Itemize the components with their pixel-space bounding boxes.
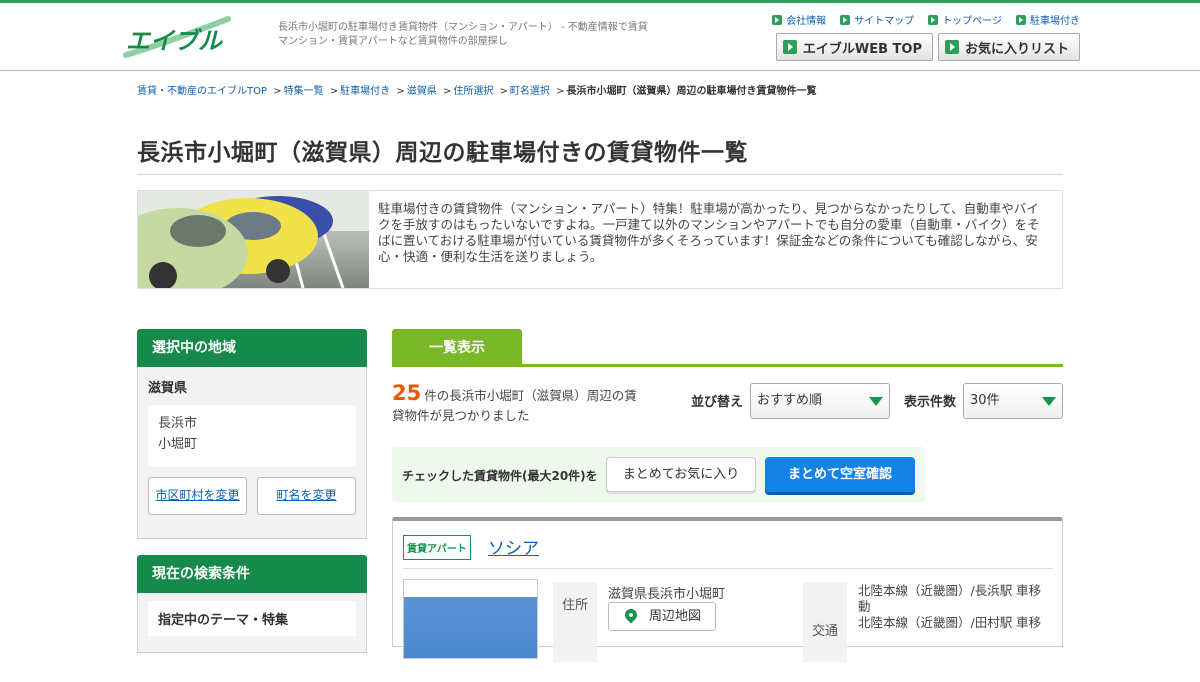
address-label: 住所 (553, 582, 597, 662)
dropdown-arrow-icon (1042, 397, 1056, 406)
dropdown-arrow-icon (869, 397, 883, 406)
breadcrumb-features[interactable]: 特集一覧 (284, 86, 324, 97)
arrow-icon (772, 14, 783, 25)
breadcrumb-current: 長浜市小堀町（滋賀県）周辺の駐車場付き賃貸物件一覧 (566, 86, 817, 97)
conditions-heading: 現在の検索条件 (137, 555, 367, 593)
result-count: 25 件の長浜市小堀町（滋賀県）周辺の賃貸物件が見つかりました (392, 383, 637, 426)
bulk-action-text: チェックした賃貸物件(最大20件)を (402, 469, 598, 483)
prefecture-label: 滋賀県 (148, 381, 188, 396)
page-title: 長浜市小堀町（滋賀県）周辺の駐車場付きの賃貸物件一覧 (137, 140, 748, 166)
logo-text: エイブル (126, 27, 224, 55)
arrow-icon (840, 14, 851, 25)
header-buttons: エイブルWEB TOP お気に入りリスト (775, 33, 1080, 61)
per-page-label: 表示件数 (904, 395, 957, 410)
property-card: 賃貸アパート ソシア 住所 滋賀県長浜市小堀町 周辺地図 交通 北陸本線（近畿圏… (392, 517, 1063, 662)
site-header: エイブル 長浜市小堀町の駐車場付き賃貸物件（マンション・アパート） - 不動産情… (0, 3, 1200, 71)
property-address: 滋賀県長浜市小堀町 (608, 587, 726, 602)
region-box: 滋賀県 長浜市 小堀町 市区町村を変更 町名を変更 (137, 367, 367, 539)
site-tagline: 長浜市小堀町の駐車場付き賃貸物件（マンション・アパート） - 不動産情報で賃貸マ… (278, 22, 648, 47)
link-sitemap[interactable]: サイトマップ (840, 12, 914, 27)
sidebar-region: 選択中の地域 滋賀県 長浜市 小堀町 市区町村を変更 町名を変更 (137, 329, 367, 539)
traffic-info: 北陸本線（近畿圏）/長浜駅 車移動 北陸本線（近畿圏）/田村駅 車移 (858, 583, 1053, 631)
sort-select[interactable]: おすすめ順 (750, 383, 890, 419)
selected-area: 長浜市 小堀町 (148, 405, 356, 467)
traffic-label: 交通 (803, 582, 847, 662)
result-controls: 25 件の長浜市小堀町（滋賀県）周辺の賃貸物件が見つかりました 並び替え おすすめ… (392, 383, 1063, 433)
arrow-icon (782, 40, 797, 54)
intro-box: 駐車場付きの賃貸物件（マンション・アパート）特集！駐車場が高かったり、見つからな… (137, 190, 1063, 289)
area-map-button[interactable]: 周辺地図 (608, 602, 716, 631)
sort-label: 並び替え (691, 395, 744, 410)
per-page-select[interactable]: 30件 (963, 383, 1063, 419)
link-company[interactable]: 会社情報 (772, 12, 826, 27)
title-divider (137, 174, 1063, 175)
bulk-vacancy-check-button[interactable]: まとめて空室確認 (765, 457, 915, 492)
city-label: 長浜市 (158, 416, 198, 431)
view-tabs: 一覧表示 (392, 329, 1063, 367)
traffic-line: 北陸本線（近畿圏）/長浜駅 車移動 (858, 583, 1042, 614)
breadcrumb-shiga[interactable]: 滋賀県 (407, 86, 437, 97)
sidebar-conditions: 現在の検索条件 指定中のテーマ・特集 (137, 555, 367, 653)
parked-cars-image (138, 191, 369, 288)
region-heading: 選択中の地域 (137, 329, 367, 367)
card-divider (403, 568, 1053, 569)
able-logo[interactable]: エイブル (120, 15, 232, 61)
conditions-box: 指定中のテーマ・特集 (137, 593, 367, 653)
breadcrumb-town[interactable]: 町名選択 (510, 86, 550, 97)
change-city-button[interactable]: 市区町村を変更 (148, 477, 247, 515)
breadcrumb-home[interactable]: 賃貸・不動産のエイブルTOP (137, 86, 267, 97)
able-web-top-button[interactable]: エイブルWEB TOP (775, 33, 933, 61)
town-label: 小堀町 (158, 437, 198, 452)
property-thumbnail[interactable] (403, 579, 538, 659)
arrow-icon (1016, 14, 1026, 25)
breadcrumb-address[interactable]: 住所選択 (453, 86, 493, 97)
arrow-icon (928, 14, 939, 25)
theme-label: 指定中のテーマ・特集 (148, 601, 356, 636)
breadcrumb-parking[interactable]: 駐車場付き (340, 86, 390, 97)
intro-text: 駐車場付きの賃貸物件（マンション・アパート）特集！駐車場が高かったり、見つからな… (378, 201, 1040, 264)
property-type-badge: 賃貸アパート (403, 535, 471, 560)
favorites-list-button[interactable]: お気に入りリスト (937, 33, 1080, 61)
breadcrumb: 賃貸・不動産のエイブルTOP > 特集一覧 > 駐車場付き > 滋賀県 > 住所選択 >… (137, 86, 817, 97)
results-panel: 一覧表示 25 件の長浜市小堀町（滋賀県）周辺の賃貸物件が見つかりました 並び替え… (392, 329, 1063, 662)
header-links: 会社情報 サイトマップ トップページ 駐車場付き (772, 12, 1080, 27)
change-town-button[interactable]: 町名を変更 (257, 477, 356, 515)
link-parking[interactable]: 駐車場付き (1016, 12, 1080, 27)
map-pin-icon (622, 606, 640, 624)
arrow-icon (944, 40, 959, 54)
result-count-number: 25 (392, 381, 422, 405)
tab-list-view[interactable]: 一覧表示 (392, 329, 522, 364)
link-toppage[interactable]: トップページ (928, 12, 1002, 27)
traffic-line: 北陸本線（近畿圏）/田村駅 車移 (858, 615, 1042, 630)
property-name-link[interactable]: ソシア (488, 534, 539, 559)
bulk-favorite-button[interactable]: まとめてお気に入り (606, 457, 756, 492)
bulk-action-bar: チェックした賃貸物件(最大20件)を まとめてお気に入り まとめて空室確認 (392, 447, 925, 502)
result-count-text: 件の長浜市小堀町（滋賀県）周辺の賃貸物件が見つかりました (392, 388, 637, 423)
